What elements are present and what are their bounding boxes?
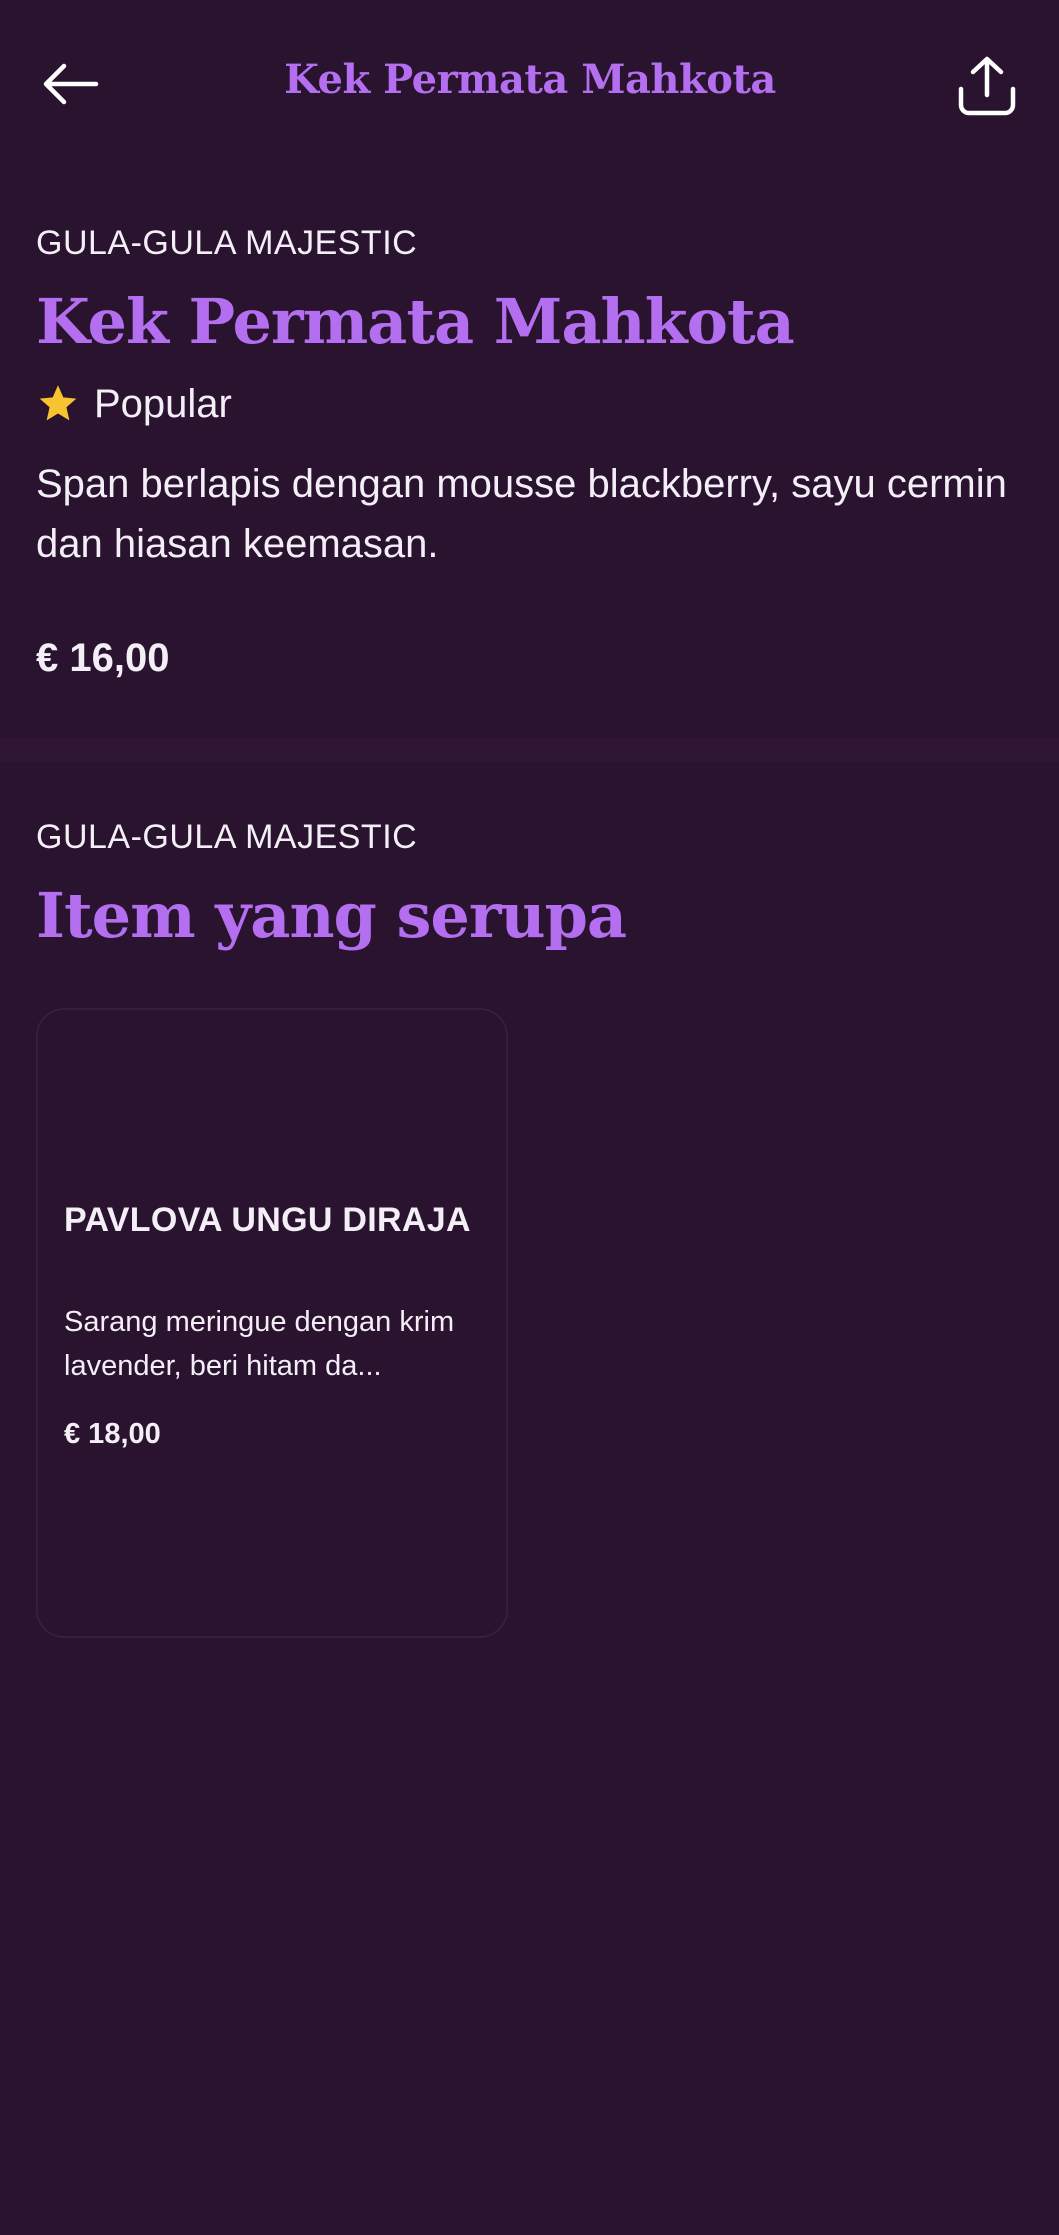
product-details: GULA-GULA MAJESTIC Kek Permata Mahkota P… (36, 218, 1026, 681)
similar-item-card[interactable]: PAVLOVA UNGU DIRAJA Sarang meringue deng… (36, 1008, 508, 1638)
similar-brand: GULA-GULA MAJESTIC (36, 818, 418, 856)
similar-item-name: PAVLOVA UNGU DIRAJA (64, 1201, 471, 1239)
header-title: Kek Permata Mahkota (284, 56, 776, 103)
section-divider (0, 738, 1059, 762)
similar-items-title: Item yang serupa (36, 879, 627, 952)
share-button[interactable] (942, 44, 1032, 128)
similar-item-price: € 18,00 (64, 1418, 161, 1450)
product-brand: GULA-GULA MAJESTIC (36, 224, 418, 262)
similar-items-section: GULA-GULA MAJESTIC Item yang serupa (36, 812, 1026, 956)
product-title: Kek Permata Mahkota (36, 285, 795, 358)
product-price: € 16,00 (36, 636, 170, 680)
star-icon (39, 385, 77, 421)
similar-item-description: Sarang meringue dengan krim lavender, be… (64, 1306, 455, 1382)
top-app-bar: Kek Permata Mahkota (0, 0, 1059, 168)
arrow-left-icon (43, 63, 99, 105)
popular-badge: Popular (36, 378, 1026, 430)
product-description: Span berlapis dengan mousse blackberry, … (36, 462, 1007, 566)
share-upload-icon (958, 56, 1016, 116)
back-button[interactable] (30, 48, 110, 120)
popular-label: Popular (94, 381, 232, 426)
